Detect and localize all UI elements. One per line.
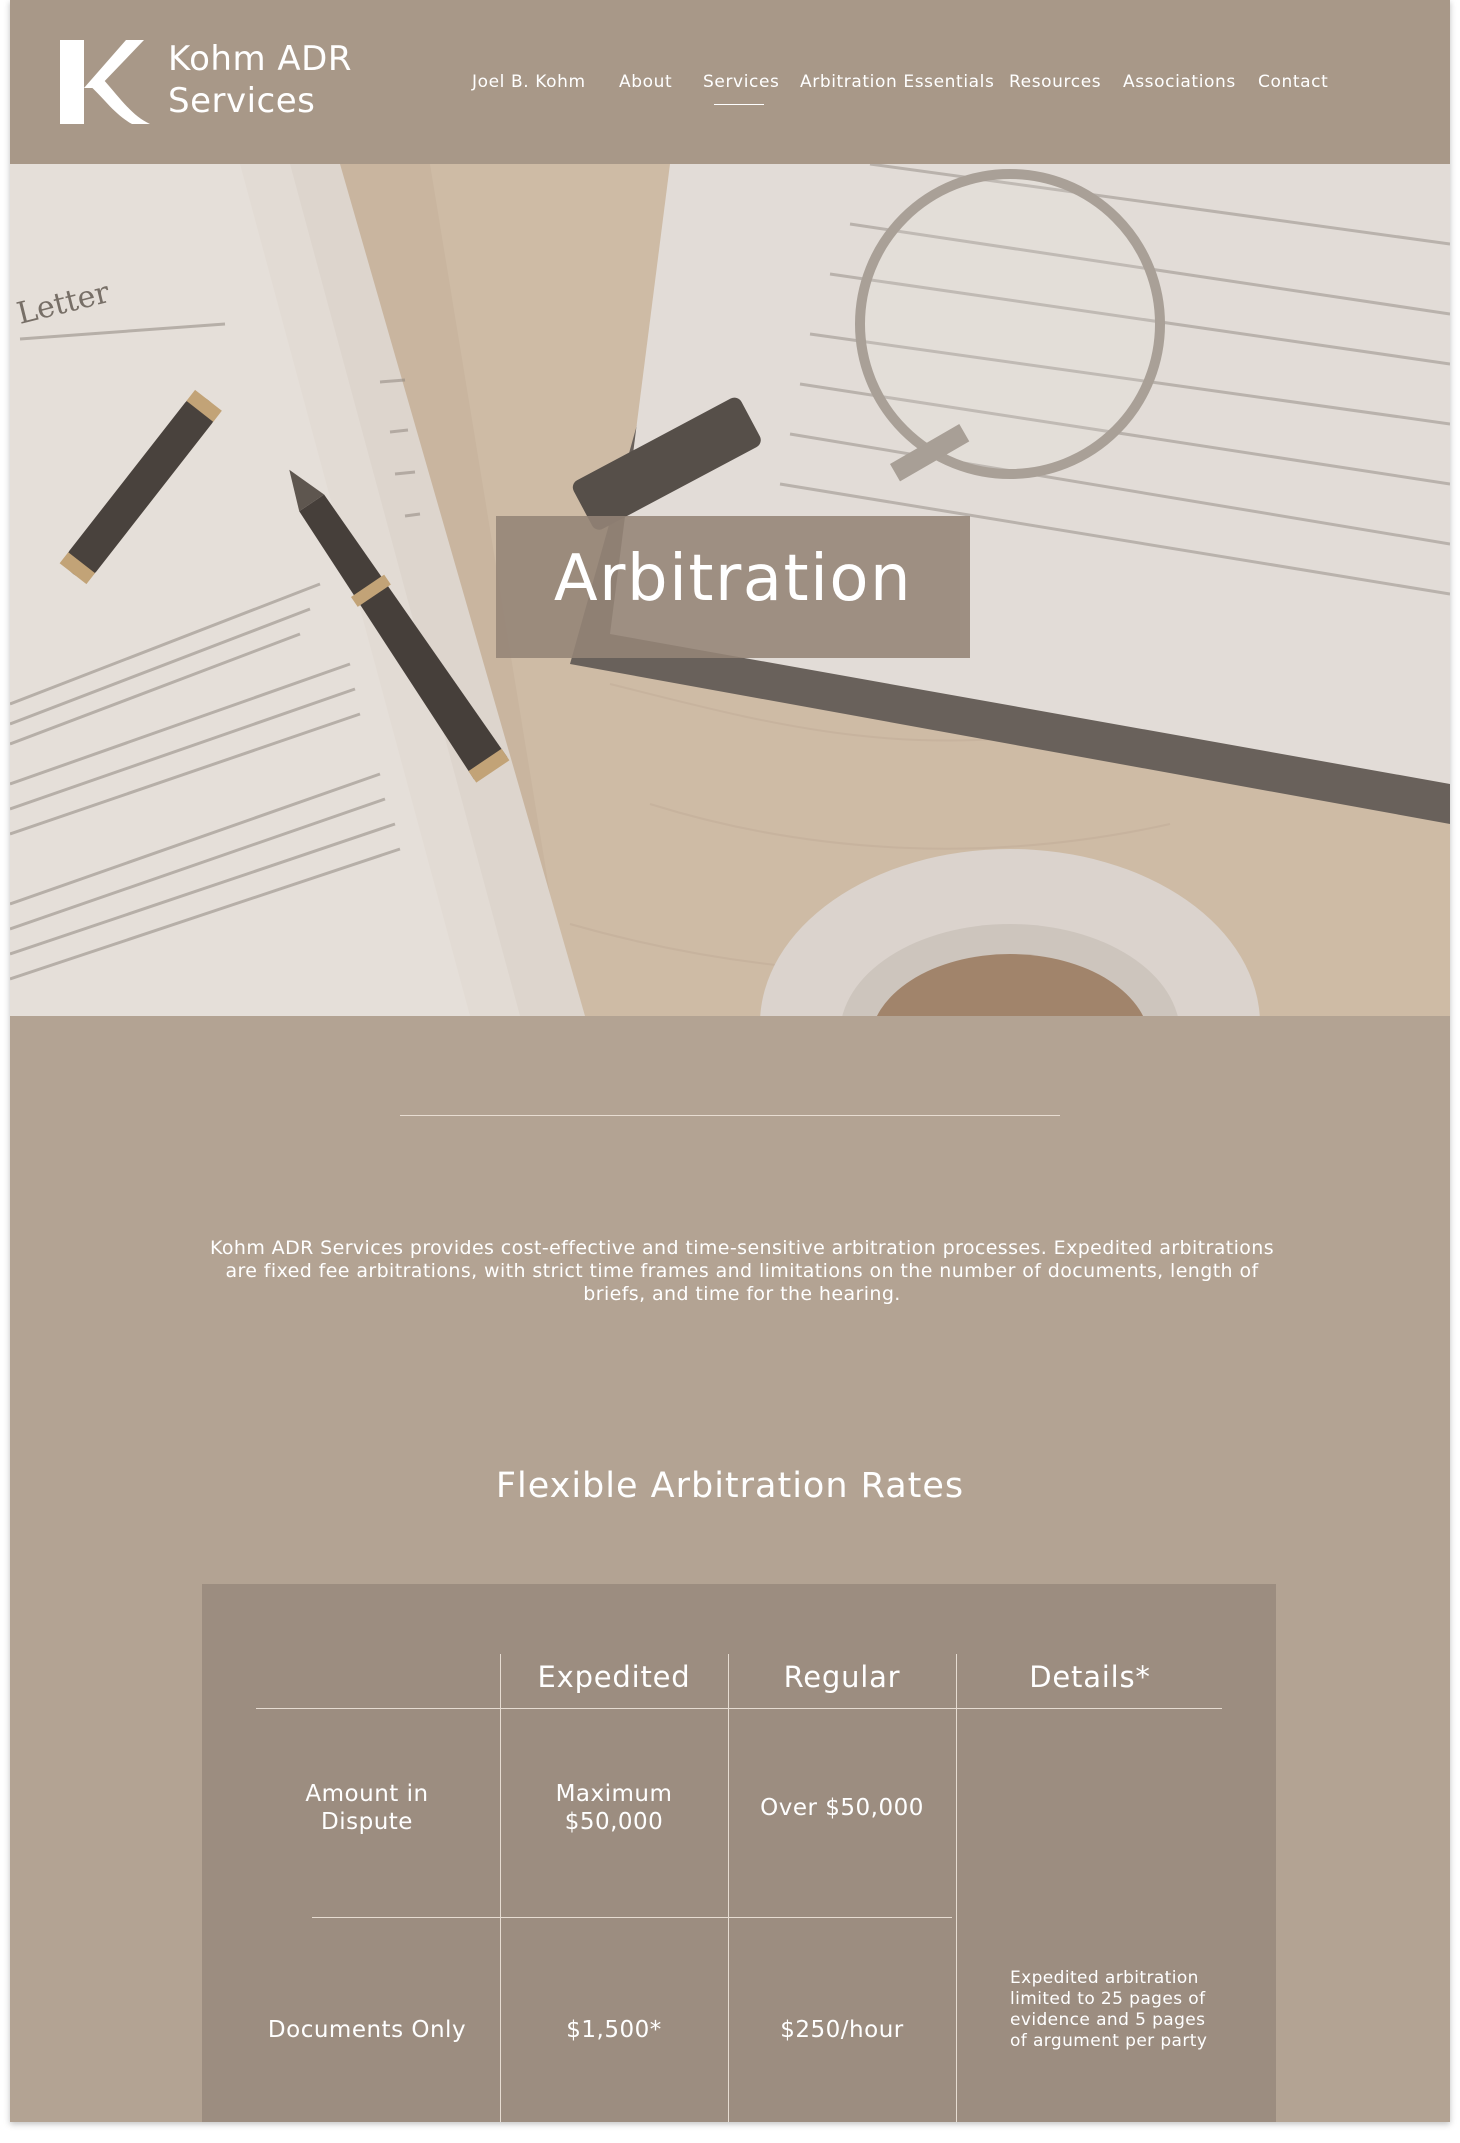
table-col-rule-3 [956, 1654, 957, 2122]
site-header: Kohm ADR Services Joel B. Kohm About Ser… [10, 0, 1450, 164]
nav-active-underline [714, 104, 764, 105]
table-header-expedited: Expedited [537, 1660, 691, 1694]
hero-title: Arbitration [553, 542, 913, 616]
nav-item-about[interactable]: About [619, 72, 672, 92]
row-label-documents-only: Documents Only [267, 2017, 467, 2043]
page: Kohm ADR Services Joel B. Kohm About Ser… [10, 0, 1450, 2122]
cell-expedited-amount: Maximum $50,000 [555, 1781, 673, 1835]
hero-title-box: Arbitration [496, 516, 970, 658]
cell-expedited-documents: $1,500* [566, 2017, 662, 2043]
table-header-regular: Regular [783, 1660, 901, 1694]
details-note: Expedited arbitration limited to 25 page… [1010, 1968, 1208, 2051]
nav-item-joel-b-kohm[interactable]: Joel B. Kohm [472, 72, 586, 92]
table-col-rule-2 [728, 1654, 729, 2122]
table-col-rule-1 [500, 1654, 501, 2122]
cell-regular-amount: Over $50,000 [760, 1795, 924, 1821]
table-header-rule [256, 1708, 1222, 1709]
main-nav: Joel B. Kohm About Services Arbitration … [10, 72, 1450, 102]
nav-item-contact[interactable]: Contact [1258, 72, 1328, 92]
intro-paragraph: Kohm ADR Services provides cost-effectiv… [209, 1237, 1275, 1305]
table-header-details: Details* [1029, 1660, 1151, 1694]
nav-item-associations[interactable]: Associations [1123, 72, 1236, 92]
cell-regular-documents: $250/hour [780, 2017, 904, 2043]
nav-item-arbitration-essentials[interactable]: Arbitration Essentials [800, 72, 994, 92]
nav-item-resources[interactable]: Resources [1009, 72, 1101, 92]
table-row-rule [312, 1917, 952, 1918]
nav-item-services[interactable]: Services [703, 72, 780, 92]
row-label-amount-in-dispute: Amount in Dispute [305, 1781, 429, 1835]
rates-table: Expedited Regular Details* Amount in Dis… [202, 1584, 1276, 2122]
rates-section-title: Flexible Arbitration Rates [495, 1466, 965, 1506]
section-divider [400, 1115, 1060, 1116]
hero-banner: Letter Arbitration [10, 164, 1450, 1016]
